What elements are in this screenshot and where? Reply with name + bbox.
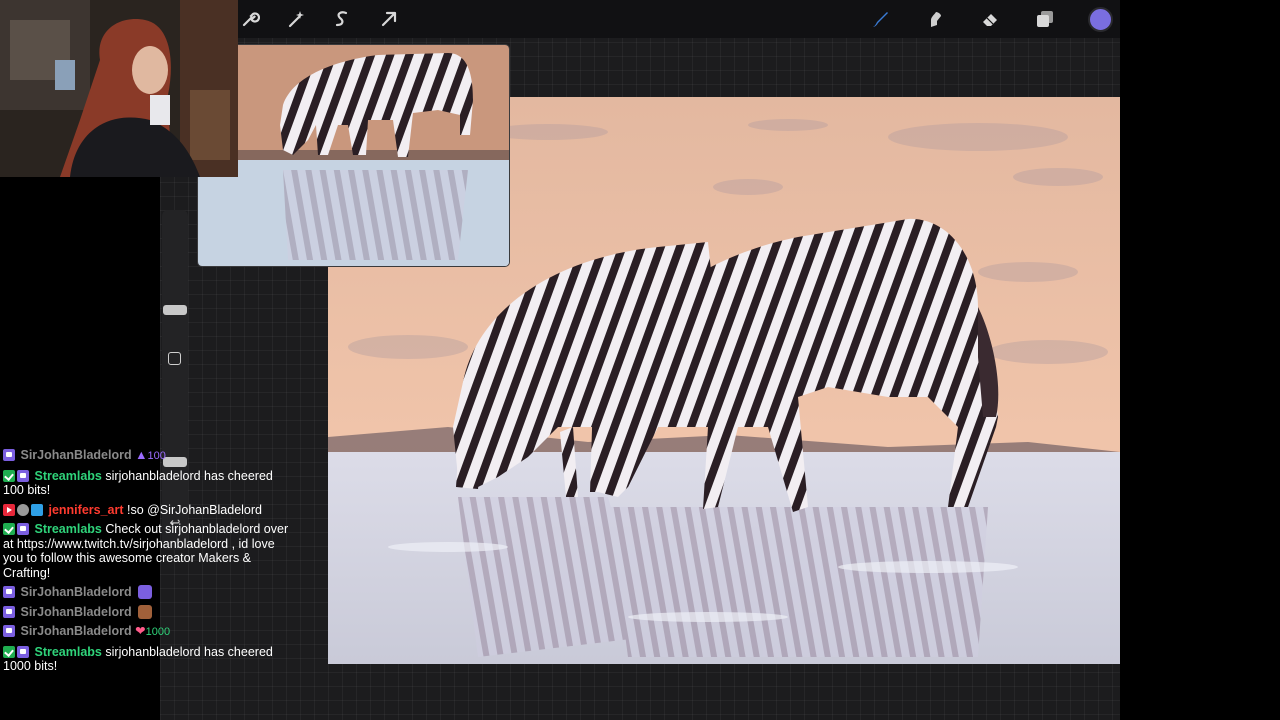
stream-frame: ↩ SirJohanBladelord ▲100 Streamlabs sirj…: [0, 0, 1280, 720]
cheer-icon: ▲: [135, 448, 148, 462]
chat-username: SirJohanBladelord: [20, 604, 132, 619]
cat-badge-icon: [17, 503, 29, 516]
reference-image-window[interactable]: [197, 44, 510, 267]
eraser-icon[interactable]: [977, 6, 1003, 32]
bot-badge-icon: [17, 645, 29, 658]
broadcaster-badge-icon: [3, 586, 15, 598]
bot-badge-icon: [17, 469, 29, 482]
chat-message: Streamlabs sirjohanbladelord has cheered…: [3, 469, 293, 498]
chat-username: SirJohanBladelord: [20, 624, 132, 638]
brush-icon[interactable]: [867, 6, 893, 32]
broadcaster-badge-icon: [3, 605, 15, 618]
chat-message: jennifers_art !so @SirJohanBladelord: [3, 503, 293, 518]
broadcaster-badge-icon: [3, 449, 15, 461]
brush-size-slider[interactable]: [163, 305, 187, 315]
chat-username: jennifers_art: [48, 502, 124, 517]
magic-wand-icon[interactable]: [283, 6, 309, 32]
video-badge-icon: [3, 503, 15, 516]
broadcaster-badge-icon: [3, 625, 15, 637]
selection-icon[interactable]: [329, 6, 355, 32]
chat-overlay: SirJohanBladelord ▲100 Streamlabs sirjoh…: [3, 448, 293, 679]
chat-text: !so @SirJohanBladelord: [127, 502, 262, 517]
verified-badge-icon: [3, 645, 15, 658]
cheer-amount: 1000: [145, 626, 171, 638]
chat-username: Streamlabs: [34, 522, 102, 536]
emote-icon: [138, 585, 153, 599]
heart-icon: ❤: [135, 624, 146, 638]
modify-button[interactable]: [168, 352, 181, 365]
chat-username: Streamlabs: [34, 644, 102, 659]
layers-icon[interactable]: [1032, 6, 1058, 32]
cheer-amount: 100: [147, 450, 166, 462]
verified-badge-icon: [3, 469, 15, 482]
streamer-webcam-image: [0, 0, 238, 177]
webcam-overlay: [0, 0, 238, 177]
smudge-icon[interactable]: [922, 6, 948, 32]
chat-username: SirJohanBladelord: [20, 448, 132, 462]
chat-message: SirJohanBladelord ❤1000: [3, 624, 293, 640]
bot-badge-icon: [17, 523, 29, 535]
chat-message: SirJohanBladelord ▲100: [3, 448, 293, 464]
verified-badge-icon: [3, 523, 15, 535]
crown-badge-icon: [31, 503, 43, 516]
chat-message: Streamlabs Check out sirjohanbladelord o…: [3, 522, 293, 580]
chat-message: SirJohanBladelord: [3, 604, 293, 620]
chat-message: SirJohanBladelord: [3, 585, 293, 600]
transform-arrow-icon[interactable]: [376, 6, 402, 32]
chat-message: Streamlabs sirjohanbladelord has cheered…: [3, 645, 293, 674]
reference-photo: [198, 45, 509, 266]
chat-username: Streamlabs: [34, 468, 102, 483]
wrench-icon[interactable]: [237, 6, 263, 32]
chat-username: SirJohanBladelord: [20, 585, 132, 599]
emote-icon: [138, 604, 153, 619]
color-picker-swatch[interactable]: [1088, 7, 1113, 32]
